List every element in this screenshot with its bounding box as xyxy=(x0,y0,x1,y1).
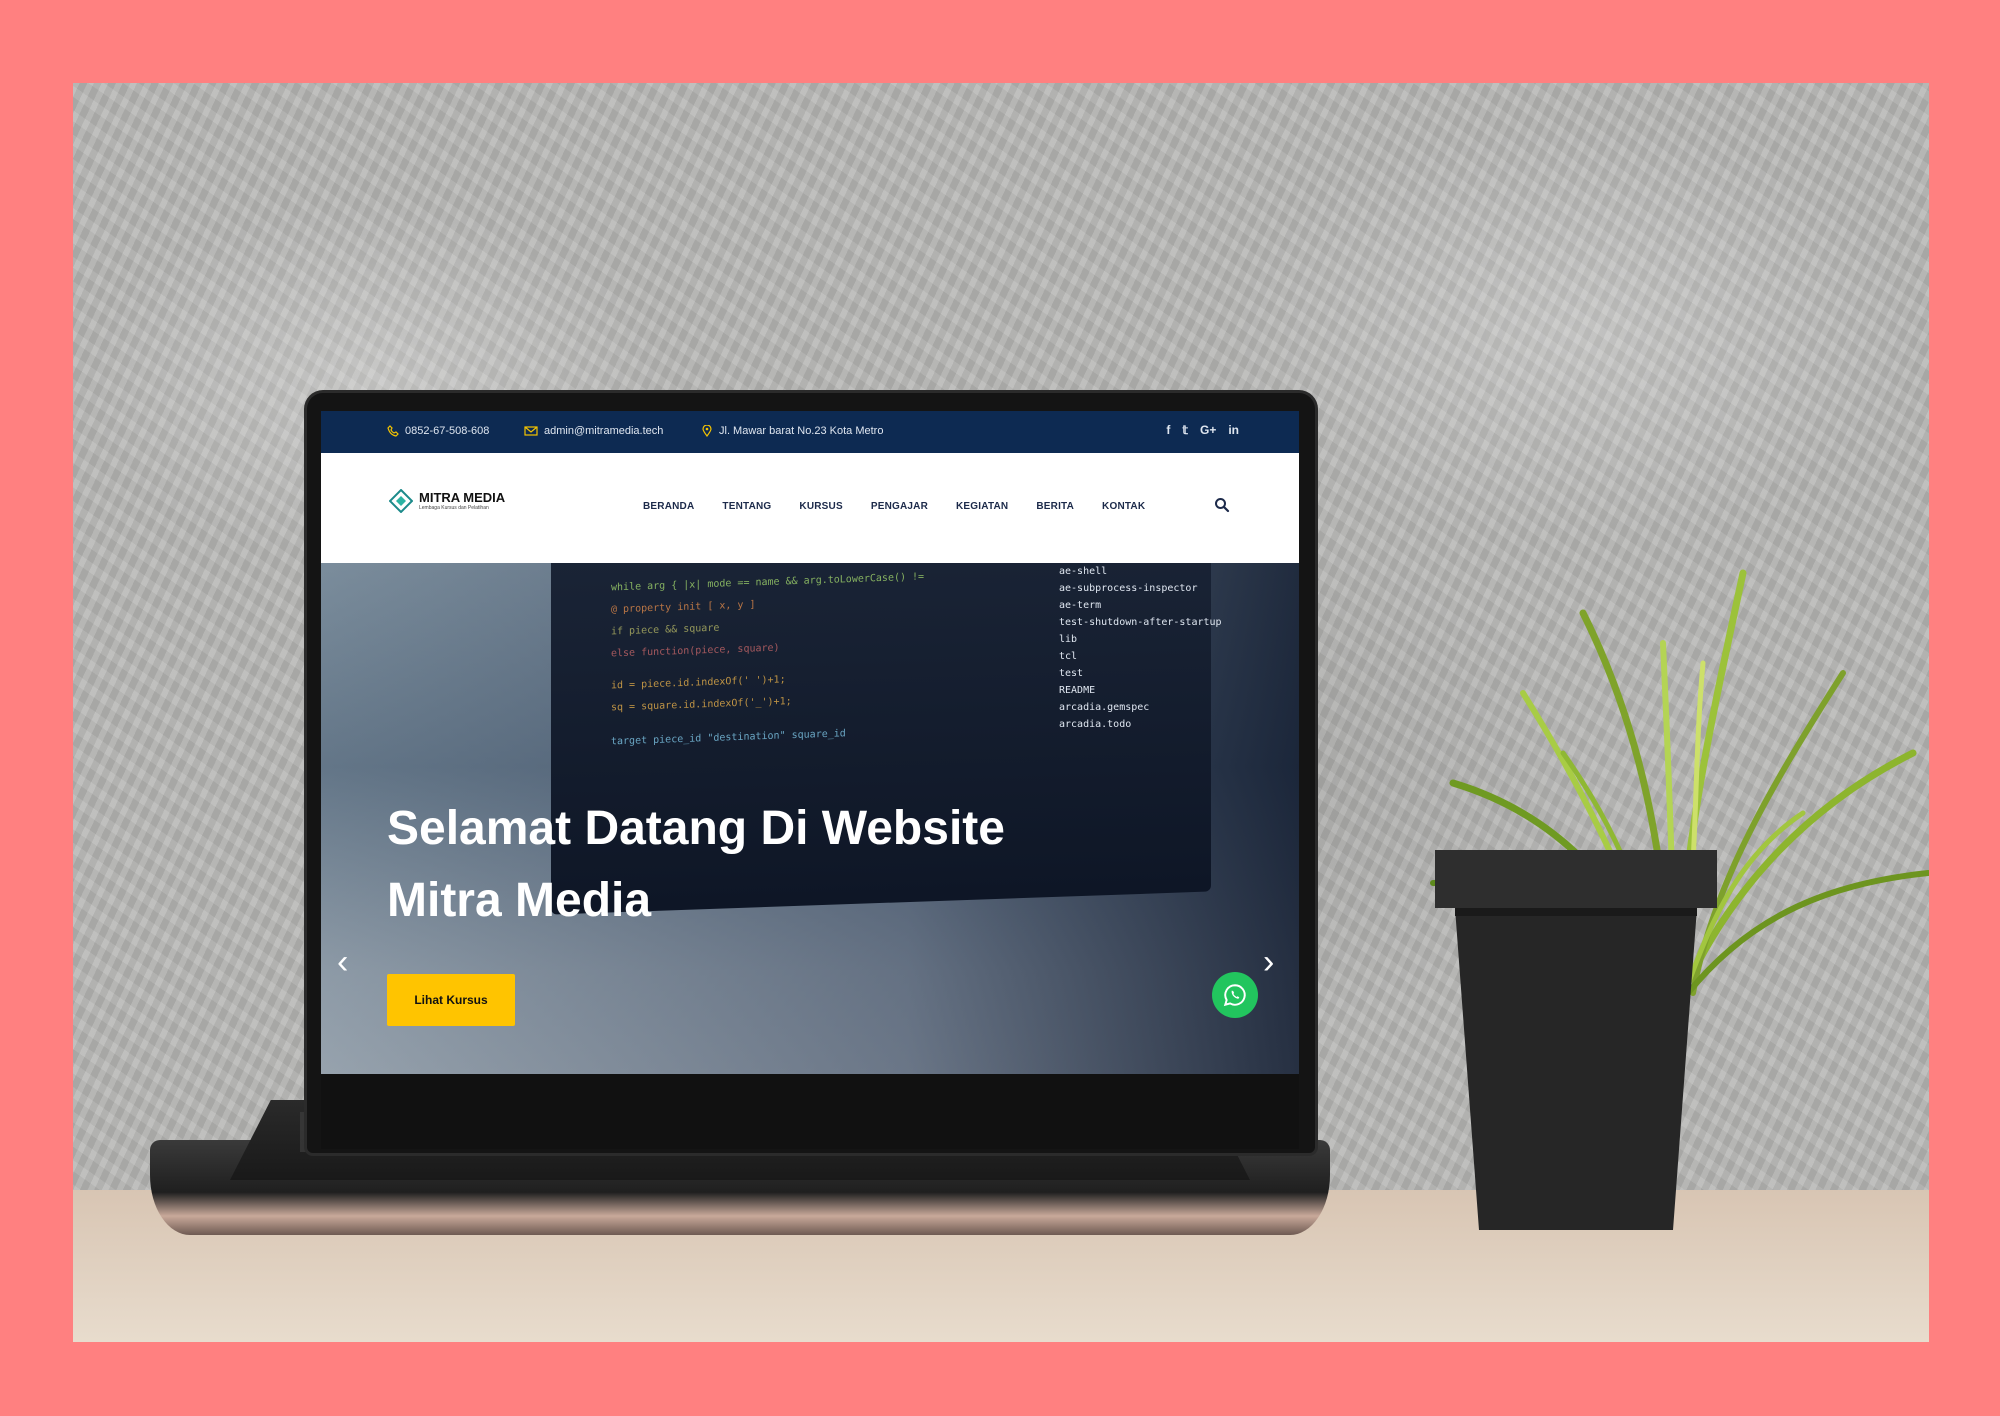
file-tree-item: ae-shell xyxy=(1059,566,1108,577)
file-tree-item: arcadia.todo xyxy=(1059,719,1132,730)
main-navbar: MITRA MEDIA Lembaga Kursus dan Pelatihan… xyxy=(321,453,1299,563)
file-tree-item: ae-subprocess-inspector xyxy=(1059,583,1198,594)
hero-title-line2: Mitra Media xyxy=(387,874,652,927)
nav-item-kontak[interactable]: KONTAK xyxy=(1102,501,1145,512)
envelope-icon xyxy=(524,426,538,436)
nav-menu: BERANDA TENTANG KURSUS PENGAJAR KEGIATAN… xyxy=(643,501,1145,512)
phone-icon xyxy=(387,425,399,437)
email-text: admin@mitramedia.tech xyxy=(544,425,664,437)
file-tree-item: lib xyxy=(1059,634,1078,645)
map-pin-icon xyxy=(702,425,712,437)
slider-prev-icon[interactable]: ‹ xyxy=(337,943,348,982)
logo-title: MITRA MEDIA xyxy=(419,490,506,505)
slider-next-icon[interactable]: › xyxy=(1263,943,1274,982)
hero-slider: while arg { |x| mode == name && arg.toLo… xyxy=(321,563,1299,1074)
file-tree-item: README xyxy=(1059,685,1096,696)
site-logo[interactable]: MITRA MEDIA Lembaga Kursus dan Pelatihan xyxy=(389,489,505,513)
nav-item-tentang[interactable]: TENTANG xyxy=(722,501,771,512)
view-courses-button[interactable]: Lihat Kursus xyxy=(387,974,515,1026)
laptop-screen: 0852-67-508-608 admin@mitramedia.tech Jl… xyxy=(321,411,1299,1074)
nav-item-kursus[interactable]: KURSUS xyxy=(799,501,842,512)
top-info-bar: 0852-67-508-608 admin@mitramedia.tech Jl… xyxy=(321,411,1299,453)
phone-contact[interactable]: 0852-67-508-608 xyxy=(387,425,489,437)
laptop-chin xyxy=(321,1074,1299,1149)
file-tree-item: test-shutdown-after-startup xyxy=(1059,617,1222,628)
phone-text: 0852-67-508-608 xyxy=(405,425,490,437)
linkedin-icon[interactable]: in xyxy=(1228,423,1239,437)
nav-item-kegiatan[interactable]: KEGIATAN xyxy=(956,501,1008,512)
whatsapp-icon xyxy=(1223,984,1246,1007)
twitter-icon[interactable]: 𝕥 xyxy=(1182,423,1188,437)
whatsapp-button[interactable] xyxy=(1212,972,1258,1018)
file-tree-item: test xyxy=(1059,668,1084,679)
facebook-icon[interactable]: f xyxy=(1166,423,1170,437)
social-links: f 𝕥 G+ in xyxy=(1166,423,1239,437)
nav-item-beranda[interactable]: BERANDA xyxy=(643,501,694,512)
code-file-tree: ae-shell ae-subprocess-inspector ae-term… xyxy=(1059,563,1222,733)
logo-subtitle: Lembaga Kursus dan Pelatihan xyxy=(419,505,489,511)
address-contact: Jl. Mawar barat No.23 Kota Metro xyxy=(701,425,883,437)
email-contact[interactable]: admin@mitramedia.tech xyxy=(524,425,663,437)
address-text: Jl. Mawar barat No.23 Kota Metro xyxy=(719,425,884,437)
file-tree-item: tcl xyxy=(1059,651,1078,662)
nav-item-pengajar[interactable]: PENGAJAR xyxy=(871,501,928,512)
hero-title-line1: Selamat Datang Di Website xyxy=(387,802,1005,855)
nav-item-berita[interactable]: BERITA xyxy=(1036,501,1074,512)
hero-title: Selamat Datang Di Website Mitra Media xyxy=(387,793,1027,937)
google-plus-icon[interactable]: G+ xyxy=(1200,423,1216,437)
search-icon[interactable] xyxy=(1214,497,1230,513)
file-tree-item: ae-term xyxy=(1059,600,1102,611)
logo-icon xyxy=(389,489,413,513)
file-tree-item: arcadia.gemspec xyxy=(1059,702,1150,713)
plant-pot xyxy=(1435,850,1717,1230)
